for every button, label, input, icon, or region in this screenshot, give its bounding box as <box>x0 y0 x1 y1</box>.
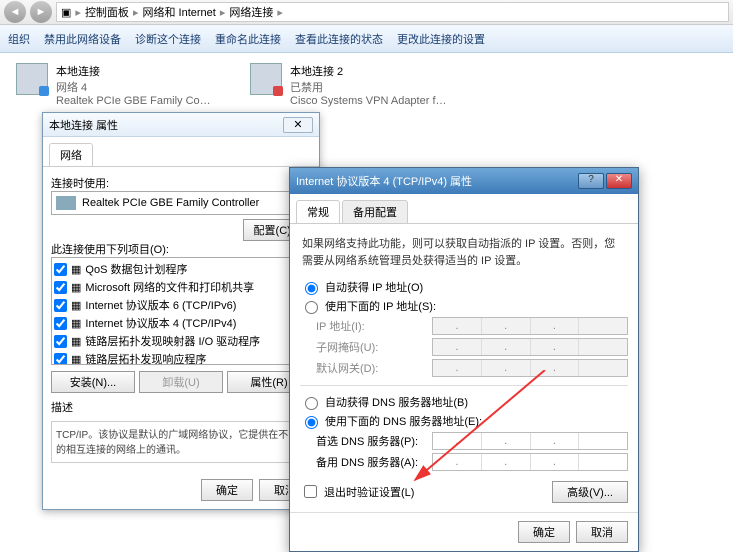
close-button[interactable]: ✕ <box>606 173 632 189</box>
ip-auto-radio[interactable] <box>305 282 318 295</box>
uninstall-button: 卸载(U) <box>139 371 223 393</box>
connection-properties-dialog: 本地连接 属性 ✕ 网络 连接时使用: Realtek PCIe GBE Fam… <box>42 112 320 510</box>
ok-button[interactable]: 确定 <box>201 479 253 501</box>
adapter-icon <box>56 196 76 210</box>
toolbar-item[interactable]: 禁用此网络设备 <box>44 31 121 47</box>
tcpip-properties-dialog: Internet 协议版本 4 (TCP/IPv4) 属性 ? ✕ 常规 备用配… <box>289 167 639 552</box>
forward-button[interactable]: ► <box>30 1 52 23</box>
connections-pane: 本地连接 网络 4 Realtek PCIe GBE Family Contr.… <box>0 53 733 117</box>
tab-general[interactable]: 常规 <box>296 200 340 223</box>
description-text: TCP/IP。该协议是默认的广域网络协议，它提供在不同的相互连接的网络上的通讯。 <box>51 421 311 463</box>
tab-network[interactable]: 网络 <box>49 143 93 166</box>
connection-name: 本地连接 <box>56 63 216 79</box>
connect-using-label: 连接时使用: <box>51 175 311 191</box>
connection-status: 已禁用 <box>290 79 450 95</box>
ip-address-input: ... <box>432 317 628 335</box>
cancel-button[interactable]: 取消 <box>576 521 628 543</box>
explorer-header: ◄ ► ▣ ▸ 控制面板 ▸ 网络和 Internet ▸ 网络连接 ▸ <box>0 0 733 25</box>
help-button[interactable]: ? <box>578 173 604 189</box>
connection-item[interactable]: 本地连接 2 已禁用 Cisco Systems VPN Adapter fo.… <box>250 63 460 107</box>
toolbar-item[interactable]: 重命名此连接 <box>215 31 281 47</box>
ip-address-label: IP 地址(I): <box>316 318 426 334</box>
toolbar-item[interactable]: 查看此连接的状态 <box>295 31 383 47</box>
connection-item[interactable]: 本地连接 网络 4 Realtek PCIe GBE Family Contr.… <box>16 63 226 107</box>
adapter-field: Realtek PCIe GBE Family Controller <box>51 191 311 215</box>
breadcrumb[interactable]: ▣ ▸ 控制面板 ▸ 网络和 Internet ▸ 网络连接 ▸ <box>56 2 729 22</box>
dns2-label: 备用 DNS 服务器(A): <box>316 454 426 470</box>
dialog-titlebar[interactable]: Internet 协议版本 4 (TCP/IPv4) 属性 ? ✕ <box>290 168 638 194</box>
back-button[interactable]: ◄ <box>4 1 26 23</box>
breadcrumb-item[interactable]: 网络和 Internet <box>142 4 215 20</box>
items-label: 此连接使用下列项目(O): <box>51 241 311 257</box>
subnet-input: ... <box>432 338 628 356</box>
breadcrumb-item[interactable]: 控制面板 <box>85 4 129 20</box>
install-button[interactable]: 安装(N)... <box>51 371 135 393</box>
dialog-title: Internet 协议版本 4 (TCP/IPv4) 属性 <box>296 173 472 189</box>
list-item: ▦Internet 协议版本 6 (TCP/IPv6) <box>54 296 308 314</box>
advanced-button[interactable]: 高级(V)... <box>552 481 628 503</box>
protocol-list[interactable]: ▦QoS 数据包计划程序 ▦Microsoft 网络的文件和打印机共享 ▦Int… <box>51 257 311 365</box>
list-item: ▦QoS 数据包计划程序 <box>54 260 308 278</box>
list-item: ▦Internet 协议版本 4 (TCP/IPv4) <box>54 314 308 332</box>
folder-icon: ▣ <box>61 6 71 19</box>
list-item: ▦链路层拓扑发现响应程序 <box>54 350 308 365</box>
gateway-label: 默认网关(D): <box>316 360 426 376</box>
list-item: ▦Microsoft 网络的文件和打印机共享 <box>54 278 308 296</box>
description-label: 描述 <box>51 399 311 415</box>
toolbar-item[interactable]: 诊断这个连接 <box>135 31 201 47</box>
network-adapter-icon <box>250 63 282 95</box>
connection-name: 本地连接 2 <box>290 63 450 79</box>
dns-auto-radio[interactable] <box>305 397 318 410</box>
validate-checkbox[interactable] <box>304 485 317 498</box>
tab-alternate[interactable]: 备用配置 <box>342 200 408 223</box>
gateway-input: ... <box>432 359 628 377</box>
adapter-name: Realtek PCIe GBE Family Controller <box>82 197 259 209</box>
list-item: ▦链路层拓扑发现映射器 I/O 驱动程序 <box>54 332 308 350</box>
dns-manual-radio[interactable] <box>305 416 318 429</box>
ip-manual-radio[interactable] <box>305 301 318 314</box>
dialog-titlebar[interactable]: 本地连接 属性 ✕ <box>43 113 319 137</box>
dns1-input[interactable]: ... <box>432 432 628 450</box>
info-text: 如果网络支持此功能，则可以获取自动指派的 IP 设置。否则，您需要从网络系统管理… <box>302 236 626 269</box>
network-adapter-icon <box>16 63 48 95</box>
breadcrumb-item[interactable]: 网络连接 <box>229 4 273 20</box>
ok-button[interactable]: 确定 <box>518 521 570 543</box>
toolbar: 组织 禁用此网络设备 诊断这个连接 重命名此连接 查看此连接的状态 更改此连接的… <box>0 25 733 53</box>
connection-adapter: Cisco Systems VPN Adapter fo... <box>290 95 450 107</box>
close-button[interactable]: ✕ <box>283 117 313 133</box>
connection-adapter: Realtek PCIe GBE Family Contr... <box>56 95 216 107</box>
dns2-input[interactable]: ... <box>432 453 628 471</box>
organize-menu[interactable]: 组织 <box>8 31 30 47</box>
dialog-title: 本地连接 属性 <box>49 117 118 133</box>
subnet-label: 子网掩码(U): <box>316 339 426 355</box>
toolbar-item[interactable]: 更改此连接的设置 <box>397 31 485 47</box>
tab-strip: 常规 备用配置 <box>290 194 638 224</box>
dns1-label: 首选 DNS 服务器(P): <box>316 433 426 449</box>
connection-status: 网络 4 <box>56 79 216 95</box>
tab-strip: 网络 <box>43 137 319 167</box>
